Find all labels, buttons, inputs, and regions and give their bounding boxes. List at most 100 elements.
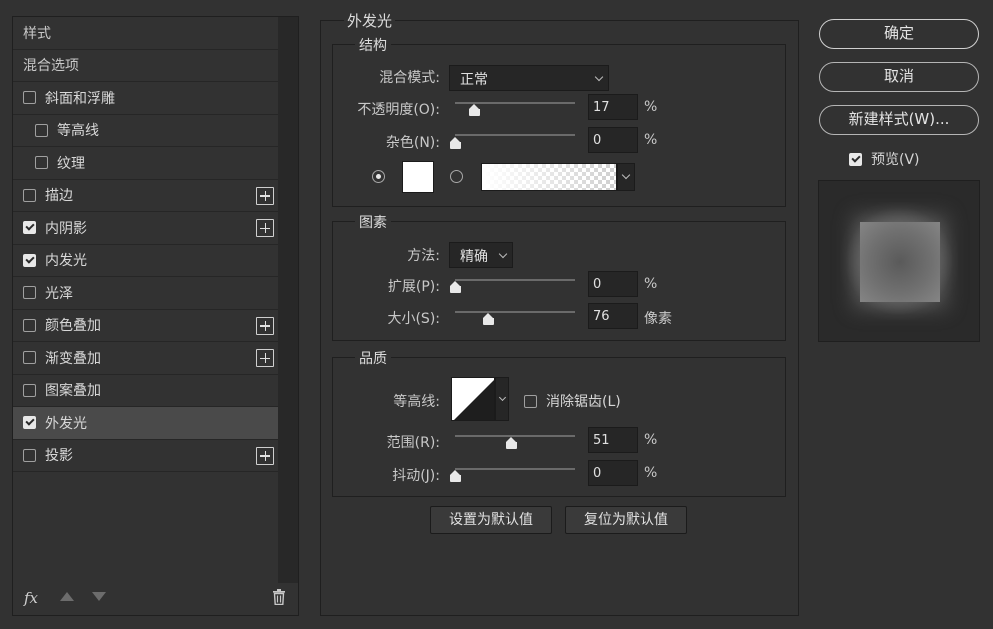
technique-select[interactable]: 精确 [449, 242, 513, 268]
contour-curve-icon [454, 380, 494, 420]
noise-input[interactable]: 0 [588, 127, 638, 153]
style-item[interactable]: 描边 [13, 180, 278, 212]
blend-mode-select[interactable]: 正常 [449, 65, 609, 91]
opacity-slider-thumb[interactable] [468, 104, 480, 116]
range-slider-thumb[interactable] [506, 437, 518, 449]
style-item-label: 外发光 [45, 415, 87, 432]
style-item[interactable]: 等高线 [13, 115, 278, 147]
style-item[interactable]: 渐变叠加 [13, 342, 278, 375]
style-item[interactable]: 图案叠加 [13, 375, 278, 407]
preview-thumbnail [818, 180, 980, 342]
style-item-label: 渐变叠加 [45, 350, 101, 367]
style-item-label: 描边 [45, 188, 73, 205]
size-slider-thumb[interactable] [483, 313, 494, 325]
gradient-radio[interactable] [450, 170, 463, 183]
anti-alias-checkbox[interactable] [524, 394, 537, 408]
style-item[interactable]: 内阴影 [13, 212, 278, 245]
opacity-unit: % [644, 99, 658, 115]
gradient-dropdown[interactable] [617, 163, 635, 191]
styles-list: 样式 混合选项 斜面和浮雕等高线纹理描边内阴影内发光 光泽 颜色叠加渐变叠加图案叠加… [13, 17, 278, 472]
blend-mode-label: 混合模式: [379, 70, 440, 86]
arrow-down-icon[interactable] [92, 592, 106, 601]
noise-slider-thumb[interactable] [450, 137, 461, 149]
contour-dropdown[interactable] [495, 377, 509, 421]
noise-unit: % [644, 132, 658, 148]
blending-options-label: 混合选项 [23, 58, 79, 75]
jitter-label: 抖动(J): [392, 468, 440, 484]
noise-label: 杂色(N): [385, 135, 440, 151]
noise-slider-track[interactable] [455, 134, 575, 136]
blend-mode-value: 正常 [460, 72, 488, 88]
add-effect-plus-icon[interactable] [256, 316, 274, 335]
styles-panel: 样式 混合选项 斜面和浮雕等高线纹理描边内阴影内发光 光泽 颜色叠加渐变叠加图案叠加… [12, 16, 299, 616]
range-label: 范围(R): [386, 435, 440, 451]
styles-header[interactable]: 样式 [13, 17, 278, 50]
spread-input[interactable]: 0 [588, 271, 638, 297]
style-item[interactable]: 外发光 [13, 407, 278, 440]
preview-checkbox[interactable] [849, 152, 862, 166]
size-slider-track[interactable] [455, 311, 575, 313]
add-effect-plus-icon[interactable] [256, 446, 274, 465]
style-item-checkbox[interactable] [23, 448, 36, 462]
set-default-button[interactable]: 设置为默认值 [430, 506, 552, 534]
range-unit: % [644, 432, 658, 448]
contour-label: 等高线: [393, 394, 440, 410]
add-effect-plus-icon[interactable] [256, 186, 274, 205]
chevron-down-icon [594, 72, 604, 82]
solid-color-radio[interactable] [372, 170, 385, 183]
jitter-slider-thumb[interactable] [450, 470, 461, 482]
style-item-checkbox[interactable] [23, 253, 36, 267]
chevron-down-icon [621, 170, 631, 180]
style-item-checkbox[interactable] [23, 91, 36, 105]
spread-slider-track[interactable] [455, 279, 575, 281]
size-label: 大小(S): [387, 311, 440, 327]
style-item-checkbox[interactable] [23, 383, 36, 397]
style-item[interactable]: 内发光 [13, 245, 278, 277]
glow-gradient-picker[interactable] [481, 163, 617, 191]
style-item[interactable]: 斜面和浮雕 [13, 82, 278, 115]
style-item-checkbox[interactable] [23, 351, 36, 365]
style-item[interactable]: 投影 [13, 440, 278, 472]
style-item-checkbox[interactable] [23, 286, 36, 300]
contour-picker[interactable] [451, 377, 495, 421]
jitter-slider-track[interactable] [455, 468, 575, 470]
ok-button[interactable]: 确定 [819, 19, 979, 49]
arrow-up-icon[interactable] [60, 592, 74, 601]
cancel-button[interactable]: 取消 [819, 62, 979, 92]
style-item-label: 等高线 [57, 123, 99, 140]
glow-color-swatch[interactable] [402, 161, 434, 193]
new-style-button[interactable]: 新建样式(W)... [819, 105, 979, 135]
range-input[interactable]: 51 [588, 427, 638, 453]
style-item-label: 内阴影 [45, 220, 87, 237]
style-item[interactable]: 颜色叠加 [13, 310, 278, 342]
size-input[interactable]: 76 [588, 303, 638, 329]
style-item-checkbox[interactable] [23, 188, 36, 202]
fx-icon[interactable]: fx [24, 589, 38, 607]
trash-icon[interactable] [272, 589, 286, 605]
style-item-label: 斜面和浮雕 [45, 90, 115, 107]
style-item-checkbox[interactable] [23, 318, 36, 332]
style-item[interactable]: 光泽 [13, 277, 278, 310]
add-effect-plus-icon[interactable] [256, 219, 274, 237]
style-item-label: 纹理 [57, 155, 85, 172]
style-item-checkbox[interactable] [35, 156, 48, 170]
reset-default-button[interactable]: 复位为默认值 [565, 506, 687, 534]
preview-control[interactable]: 预览(V) [849, 149, 920, 169]
style-item[interactable]: 纹理 [13, 147, 278, 180]
style-item-checkbox[interactable] [35, 123, 48, 137]
blending-options-item[interactable]: 混合选项 [13, 50, 278, 82]
add-effect-plus-icon[interactable] [256, 349, 274, 367]
elements-title: 图素 [355, 212, 391, 232]
spread-slider-thumb[interactable] [450, 281, 461, 293]
preview-square [860, 222, 940, 302]
spread-unit: % [644, 276, 658, 292]
styles-scrollbar[interactable] [278, 17, 298, 583]
opacity-input[interactable]: 17 [588, 94, 638, 120]
styles-header-label: 样式 [23, 25, 51, 42]
style-item-checkbox[interactable] [23, 221, 36, 235]
preview-label: 预览(V) [871, 152, 920, 168]
chevron-down-icon [498, 393, 507, 402]
style-item-checkbox[interactable] [23, 416, 36, 430]
jitter-input[interactable]: 0 [588, 460, 638, 486]
anti-alias-control[interactable]: 消除锯齿(L) [524, 391, 621, 411]
